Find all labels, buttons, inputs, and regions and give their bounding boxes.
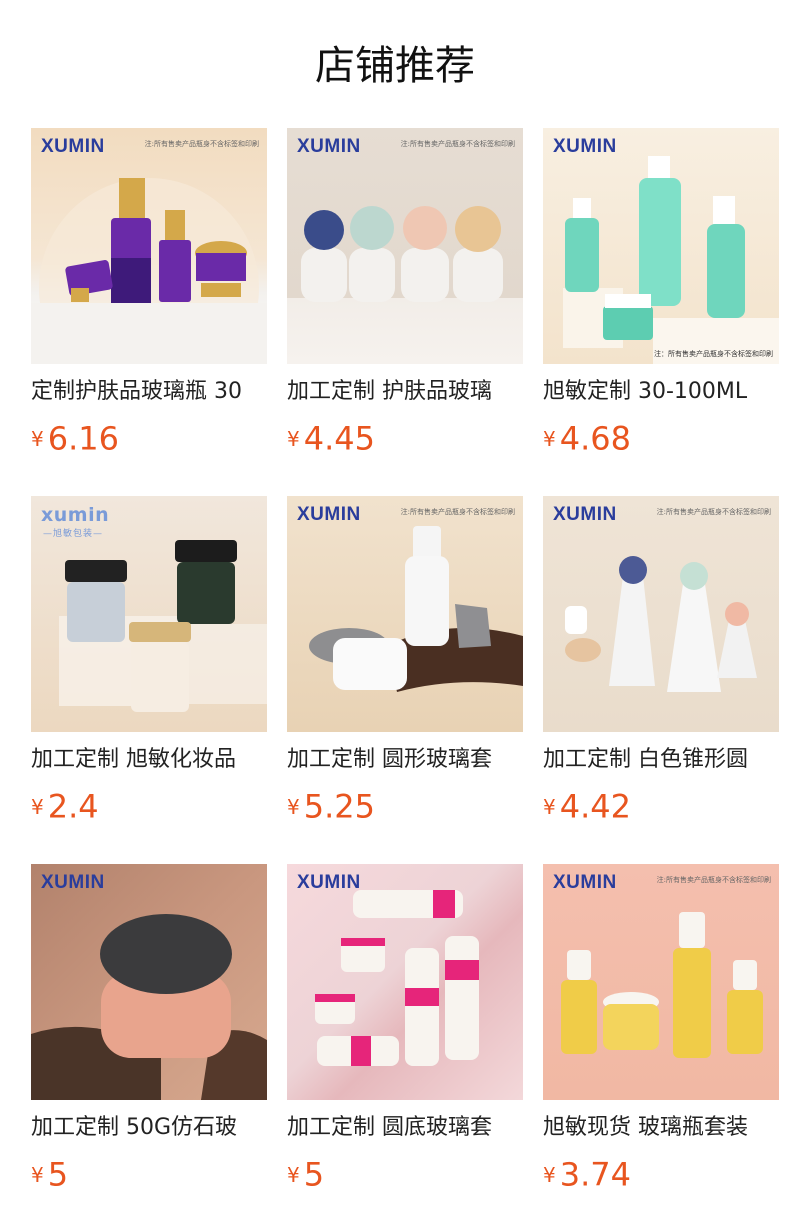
price-value: 4.68	[559, 419, 631, 458]
product-price: ¥5	[287, 1154, 324, 1194]
brand-logo: XUMIN	[297, 504, 361, 525]
currency-symbol: ¥	[287, 794, 300, 819]
product-image[interactable]: XUMIN	[287, 864, 523, 1100]
notice-text: 注:所有售卖产品瓶身不含标签和印刷	[656, 508, 771, 516]
stone-cap-bottles-image	[301, 206, 503, 302]
product-image[interactable]: XUMIN 注：所有售卖产品瓶身不含标签和印刷	[543, 128, 779, 364]
page-title: 店铺推荐	[315, 43, 475, 89]
cone-bottles-image	[565, 556, 757, 692]
product-image[interactable]: xumin —旭敏包装—	[31, 496, 267, 732]
product-grid: XUMIN 注:所有售卖产品瓶身不含标签和印刷 定制护肤品玻璃瓶 30 ¥6.1…	[31, 128, 779, 1194]
product-image[interactable]: XUMIN 注:所有售卖产品瓶身不含标签和印刷	[31, 128, 267, 364]
currency-symbol: ¥	[31, 794, 44, 819]
product-name[interactable]: 加工定制 护肤品玻璃	[287, 376, 523, 408]
price-value: 5	[303, 1155, 325, 1194]
product-name[interactable]: 加工定制 旭敏化妆品	[31, 744, 267, 776]
price-value: 4.45	[303, 419, 375, 458]
currency-symbol: ¥	[543, 794, 556, 819]
price-value: 3.74	[559, 1155, 631, 1194]
price-value: 4.42	[559, 787, 631, 826]
product-price: ¥5	[31, 1154, 68, 1194]
brand-subtitle: —旭敏包装—	[43, 529, 104, 539]
brand-logo: XUMIN	[553, 872, 617, 893]
product-card[interactable]: XUMIN 注:所有售卖产品瓶身不含标签和印刷 旭敏现货 玻璃瓶套装 ¥3.74	[543, 864, 779, 1194]
notice-text: 注:所有售卖产品瓶身不含标签和印刷	[144, 140, 259, 148]
product-price: ¥5.25	[287, 786, 375, 826]
product-card[interactable]: XUMIN 注:所有售卖产品瓶身不含标签和印刷 加工定制 白色锥形圆 ¥4.42	[543, 496, 779, 826]
price-value: 2.4	[47, 787, 99, 826]
product-image[interactable]: XUMIN 注:所有售卖产品瓶身不含标签和印刷	[287, 496, 523, 732]
product-name[interactable]: 加工定制 圆形玻璃套	[287, 744, 523, 776]
notice-text: 注:所有售卖产品瓶身不含标签和印刷	[400, 140, 515, 148]
product-card[interactable]: xumin —旭敏包装— 加工定制 旭敏化妆品 ¥2.4	[31, 496, 267, 826]
product-image[interactable]: XUMIN 注:所有售卖产品瓶身不含标签和印刷	[543, 496, 779, 732]
product-price: ¥4.68	[543, 418, 631, 458]
brand-logo: XUMIN	[41, 872, 105, 893]
price-value: 5.25	[303, 787, 375, 826]
product-card[interactable]: XUMIN 注:所有售卖产品瓶身不含标签和印刷 定制护肤品玻璃瓶 30 ¥6.1…	[31, 128, 267, 458]
product-price: ¥4.45	[287, 418, 375, 458]
yellow-serum-bottles-image	[561, 912, 763, 1058]
mint-green-bottles-image	[563, 156, 779, 364]
stone-jar-image	[31, 914, 267, 1100]
product-card[interactable]: XUMIN 注:所有售卖产品瓶身不含标签和印刷 加工定制 护肤品玻璃 ¥4.45	[287, 128, 523, 458]
product-card[interactable]: XUMIN 注:所有售卖产品瓶身不含标签和印刷 加工定制 圆形玻璃套 ¥5.25	[287, 496, 523, 826]
brand-logo: XUMIN	[41, 136, 105, 157]
brand-logo: XUMIN	[553, 504, 617, 525]
brand-logo: XUMIN	[297, 136, 361, 157]
product-card[interactable]: XUMIN 加工定制 圆底玻璃套 ¥5	[287, 864, 523, 1194]
brand-logo: XUMIN	[297, 872, 361, 893]
pink-white-set-image	[315, 890, 479, 1066]
product-image[interactable]: XUMIN 注:所有售卖产品瓶身不含标签和印刷	[543, 864, 779, 1100]
product-price: ¥2.4	[31, 786, 99, 826]
currency-symbol: ¥	[287, 426, 300, 451]
product-card[interactable]: XUMIN 加工定制 50G仿石玻 ¥5	[31, 864, 267, 1194]
currency-symbol: ¥	[31, 426, 44, 451]
price-value: 5	[47, 1155, 69, 1194]
currency-symbol: ¥	[287, 1162, 300, 1187]
product-name[interactable]: 定制护肤品玻璃瓶 30	[31, 376, 267, 408]
white-glass-set-image	[309, 526, 523, 692]
product-price: ¥6.16	[31, 418, 119, 458]
product-price: ¥3.74	[543, 1154, 631, 1194]
product-name[interactable]: 旭敏定制 30-100ML	[543, 376, 779, 408]
product-name[interactable]: 加工定制 50G仿石玻	[31, 1112, 267, 1144]
price-value: 6.16	[47, 419, 119, 458]
brand-logo: xumin	[41, 504, 110, 526]
notice-text: 注：所有售卖产品瓶身不含标签和印刷	[654, 350, 773, 358]
product-name[interactable]: 加工定制 白色锥形圆	[543, 744, 779, 776]
brand-logo: XUMIN	[553, 136, 617, 157]
product-price: ¥4.42	[543, 786, 631, 826]
product-image[interactable]: XUMIN	[31, 864, 267, 1100]
product-name[interactable]: 旭敏现货 玻璃瓶套装	[543, 1112, 779, 1144]
currency-symbol: ¥	[31, 1162, 44, 1187]
notice-text: 注:所有售卖产品瓶身不含标签和印刷	[656, 876, 771, 884]
product-name[interactable]: 加工定制 圆底玻璃套	[287, 1112, 523, 1144]
currency-symbol: ¥	[543, 1162, 556, 1187]
currency-symbol: ¥	[543, 426, 556, 451]
purple-gold-bottles-image	[31, 178, 267, 364]
product-image[interactable]: XUMIN 注:所有售卖产品瓶身不含标签和印刷	[287, 128, 523, 364]
product-card[interactable]: XUMIN 注：所有售卖产品瓶身不含标签和印刷 旭敏定制 30-100ML ¥4…	[543, 128, 779, 458]
notice-text: 注:所有售卖产品瓶身不含标签和印刷	[400, 508, 515, 516]
